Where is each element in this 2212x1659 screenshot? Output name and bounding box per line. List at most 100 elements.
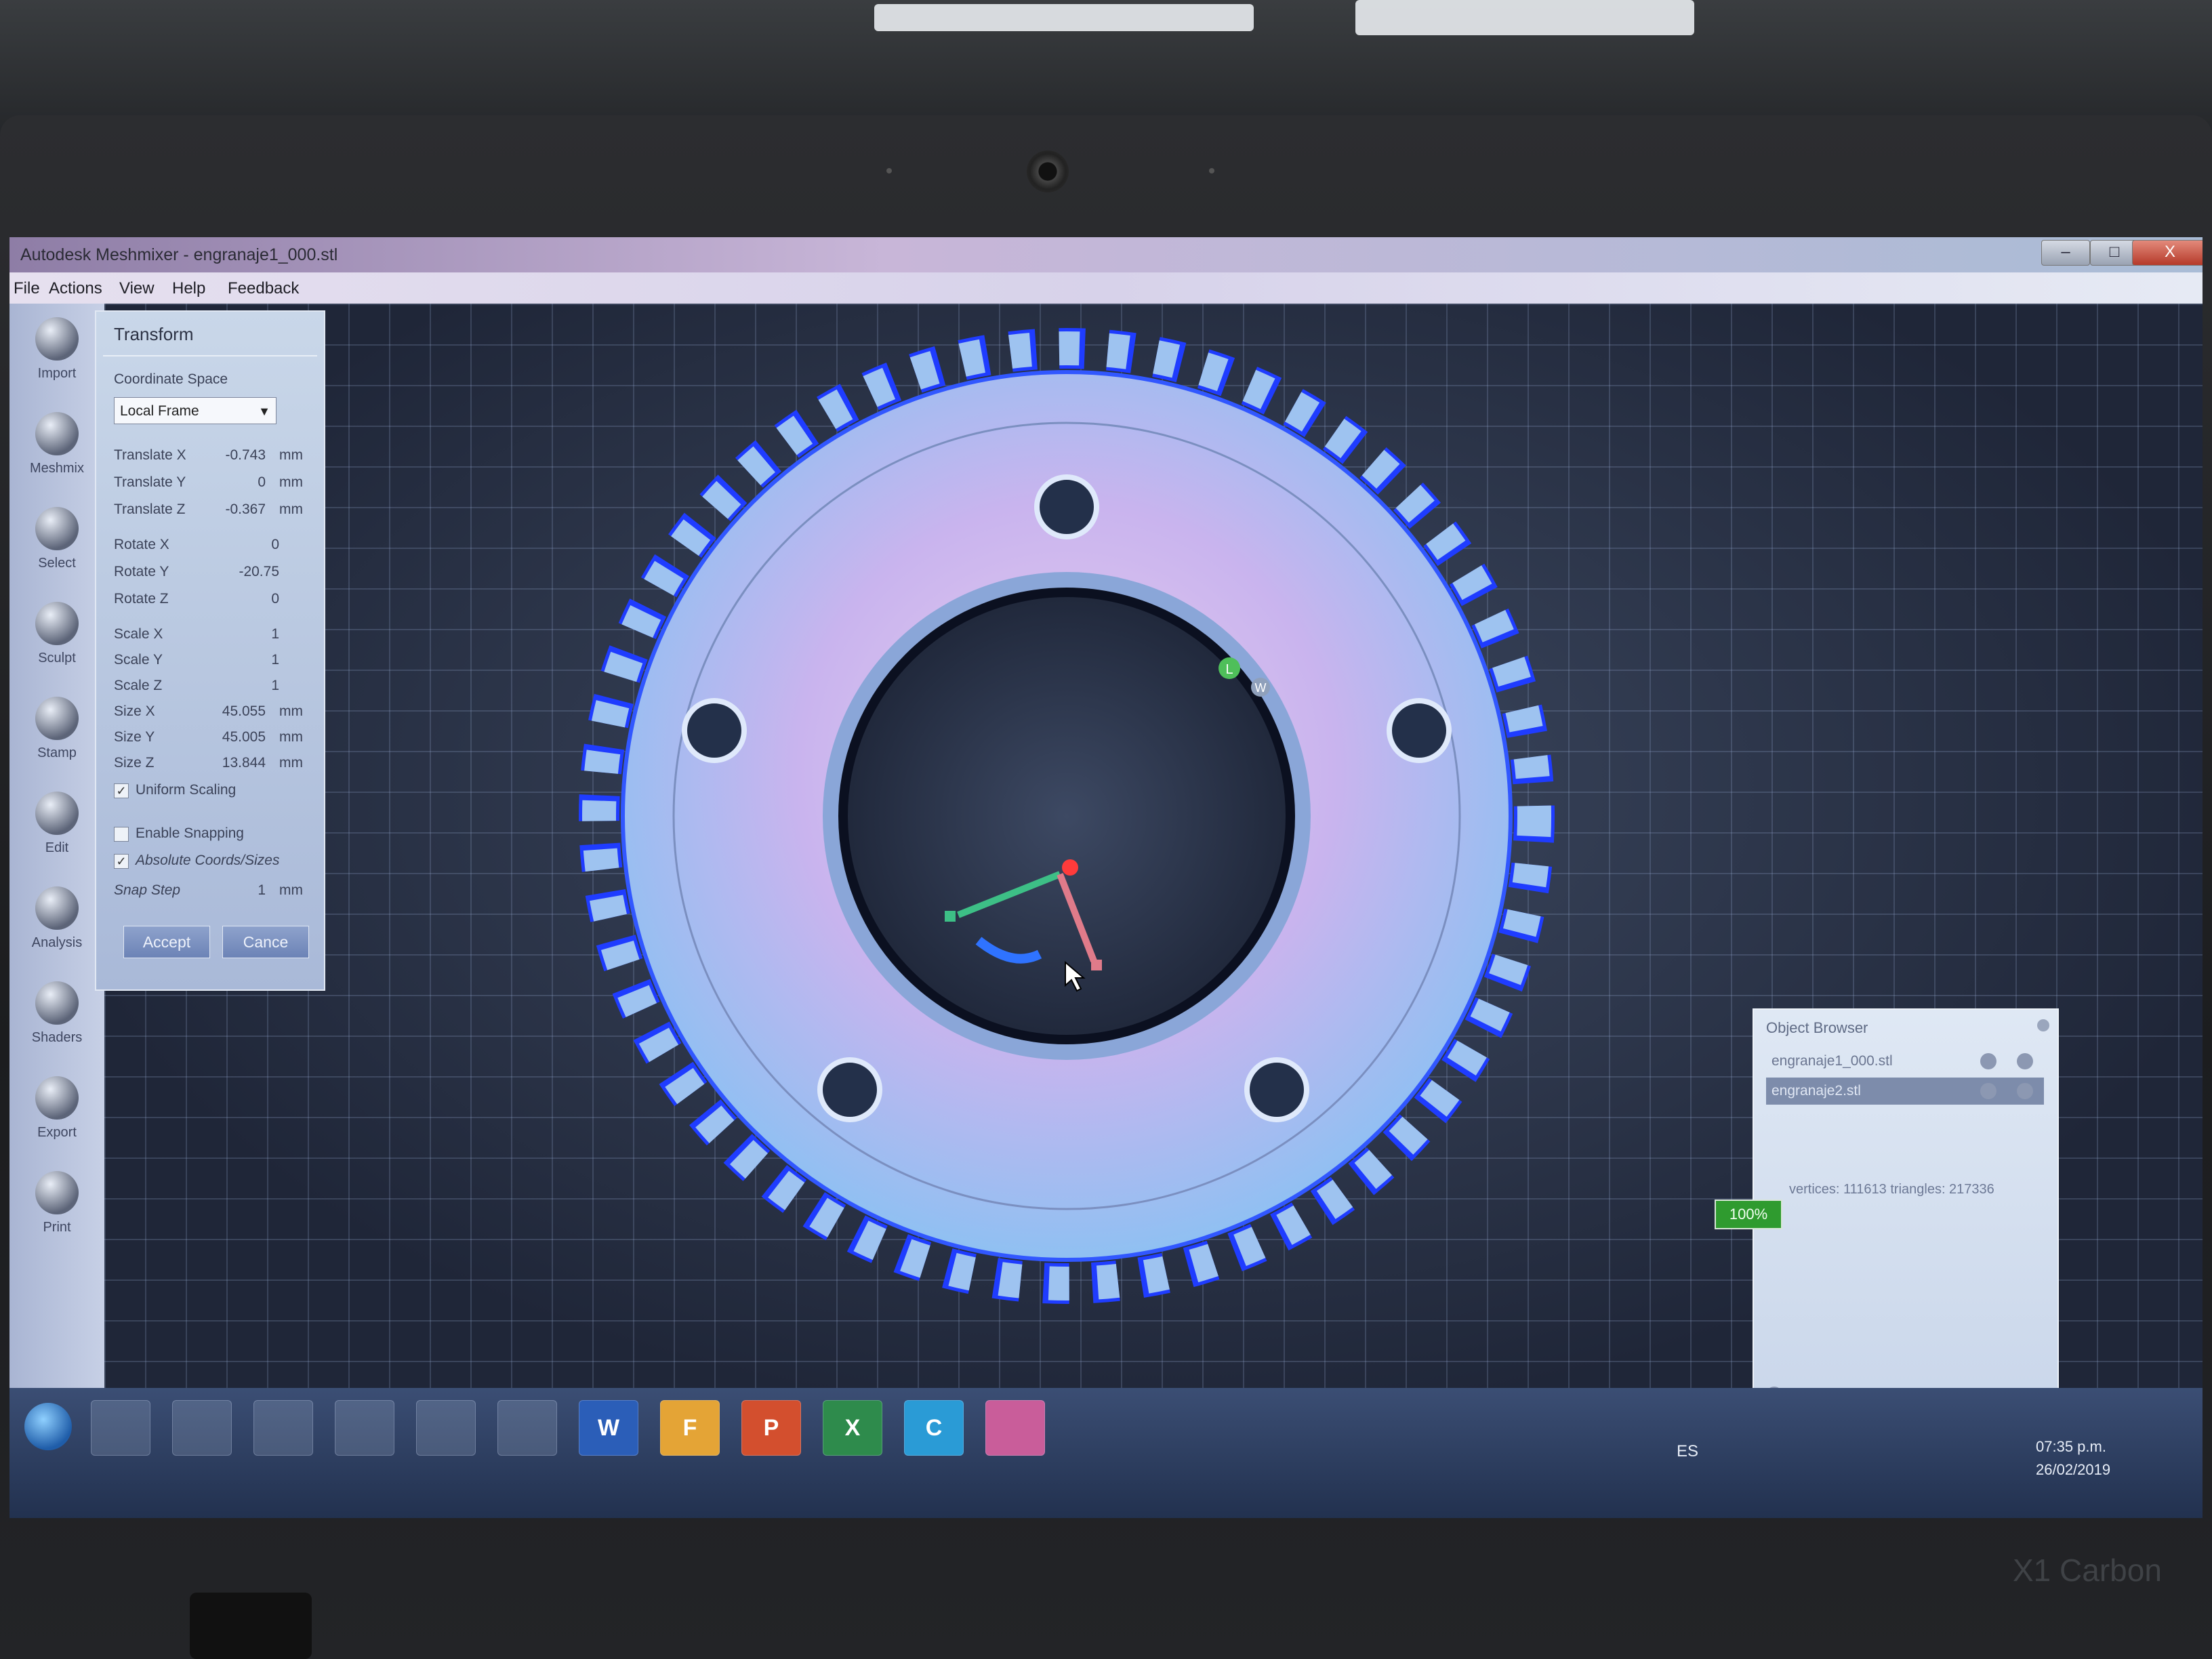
snap-step-label: Snap Step [114,882,181,898]
explorer-icon[interactable] [91,1400,150,1456]
menu-actions[interactable]: Actions [49,279,102,298]
winrar-icon[interactable] [416,1400,476,1456]
field-label: Size Y [114,729,155,745]
gizmo-local-label: L [1225,662,1233,677]
tool-select[interactable]: Select [16,501,98,590]
start-button[interactable] [24,1403,72,1450]
snap-step-input[interactable]: 1 [191,882,266,899]
translate-z-input[interactable]: -0.367 [191,501,266,518]
tool-stamp[interactable]: Stamp [16,691,98,779]
f-app-icon[interactable]: F [660,1400,720,1456]
field-label: Translate X [114,447,186,463]
unit-label: mm [279,882,303,898]
gizmo-world-label: W [1255,681,1267,695]
tool-label: Meshmix [29,461,84,476]
minimize-button[interactable]: – [2041,240,2090,266]
app-icon[interactable] [335,1400,394,1456]
coordinate-space-label: Coordinate Space [114,371,228,387]
tool-analysis[interactable]: Analysis [16,881,98,969]
ceiling-light [1355,0,1694,35]
coordinate-space-value: Local Frame [120,403,199,419]
meshmixer-icon[interactable] [985,1400,1045,1456]
tool-label: Sculpt [38,651,76,665]
c-app-icon[interactable]: C [904,1400,964,1456]
field-label: Translate Z [114,501,186,517]
tool-edit[interactable]: Edit [16,786,98,874]
object-name: engranaje1_000.stl [1771,1053,1893,1069]
scale-z-input[interactable]: 1 [205,678,279,694]
eye-icon[interactable] [2017,1083,2033,1099]
analysis-icon [35,886,79,930]
object-item-selected[interactable]: engranaje2.stl [1766,1078,2044,1105]
size-x-input[interactable]: 45.055 [191,703,266,720]
uniform-scaling-checkbox[interactable]: ✓ [114,783,129,798]
edit-icon[interactable] [1980,1083,1996,1099]
rotate-x-input[interactable]: 0 [205,537,279,553]
close-icon[interactable] [2037,1019,2049,1031]
field-label: Size X [114,703,155,719]
vlc-icon[interactable] [172,1400,232,1456]
rotate-y-input[interactable]: -20.75 [205,564,279,580]
clock-date[interactable]: 26/02/2019 [2036,1461,2110,1479]
tool-import[interactable]: Import [16,312,98,400]
object-item[interactable]: engranaje1_000.stl [1766,1048,2044,1075]
title-bar: Autodesk Meshmixer - engranaje1_000.stl … [9,237,2203,272]
unit-label: mm [279,703,303,719]
export-icon [35,1076,79,1120]
menu-feedback[interactable]: Feedback [228,279,299,298]
coordinate-space-select[interactable]: Local Frame ▼ [114,397,276,424]
tool-label: Import [37,366,77,381]
powerpoint-icon[interactable]: P [741,1400,801,1456]
taskbar: W F P X C ES 07:35 p.m. 26/02/2019 [9,1388,2203,1518]
field-label: Size Z [114,755,155,771]
translate-y-input[interactable]: 0 [191,474,266,491]
field-label: Rotate X [114,537,169,552]
enable-snapping-checkbox[interactable] [114,827,129,842]
enable-snapping-label: Enable Snapping [136,825,244,841]
menu-file[interactable]: File [14,279,40,298]
bolt-hole [1034,474,1099,539]
clock-time[interactable]: 07:35 p.m. [2036,1438,2106,1456]
unit-label: mm [279,729,303,745]
size-z-input[interactable]: 13.844 [191,755,266,771]
window-title: Autodesk Meshmixer - engranaje1_000.stl [20,245,338,264]
accept-button[interactable]: Accept [123,926,210,958]
tool-print[interactable]: Print [16,1166,98,1254]
tool-shaders[interactable]: Shaders [16,976,98,1064]
bolt-hole [1244,1057,1309,1122]
word-icon[interactable]: W [579,1400,638,1456]
shaders-icon [35,981,79,1025]
unit-label: mm [279,447,303,463]
stamp-icon [35,697,79,740]
close-button[interactable]: X [2132,240,2203,266]
tool-sculpt[interactable]: Sculpt [16,596,98,684]
gizmo-x-handle [945,911,956,922]
arrow-icon [35,507,79,550]
absolute-coords-checkbox[interactable]: ✓ [114,854,129,869]
ceiling-light [874,4,1254,31]
translate-x-input[interactable]: -0.743 [191,447,266,464]
scale-y-input[interactable]: 1 [205,652,279,668]
cancel-button[interactable]: Cance [222,926,309,958]
field-label: Translate Y [114,474,186,490]
transform-panel: Transform Coordinate Space Local Frame ▼… [95,310,325,991]
mesh-stats: vertices: 111613 triangles: 217336 [1789,1182,1994,1197]
tool-label: Print [43,1220,71,1235]
rotate-z-input[interactable]: 0 [205,591,279,607]
scale-x-input[interactable]: 1 [205,626,279,642]
language-indicator[interactable]: ES [1677,1442,1698,1461]
menu-view[interactable]: View [119,279,155,298]
model-label: X1 Carbon [2013,1553,2162,1588]
size-y-input[interactable]: 45.005 [191,729,266,745]
excel-icon[interactable]: X [823,1400,882,1456]
chrome-icon[interactable] [253,1400,313,1456]
object-browser-panel: Object Browser engranaje1_000.stl engran… [1753,1008,2059,1425]
edit-icon[interactable] [1980,1053,1996,1069]
battery-indicator[interactable]: 100% [1715,1200,1782,1229]
eye-icon[interactable] [2017,1053,2033,1069]
firefox-icon[interactable] [497,1400,557,1456]
menu-help[interactable]: Help [172,279,205,298]
tool-export[interactable]: Export [16,1071,98,1159]
tool-meshmix[interactable]: Meshmix [16,407,98,495]
field-label: Rotate Z [114,591,169,607]
